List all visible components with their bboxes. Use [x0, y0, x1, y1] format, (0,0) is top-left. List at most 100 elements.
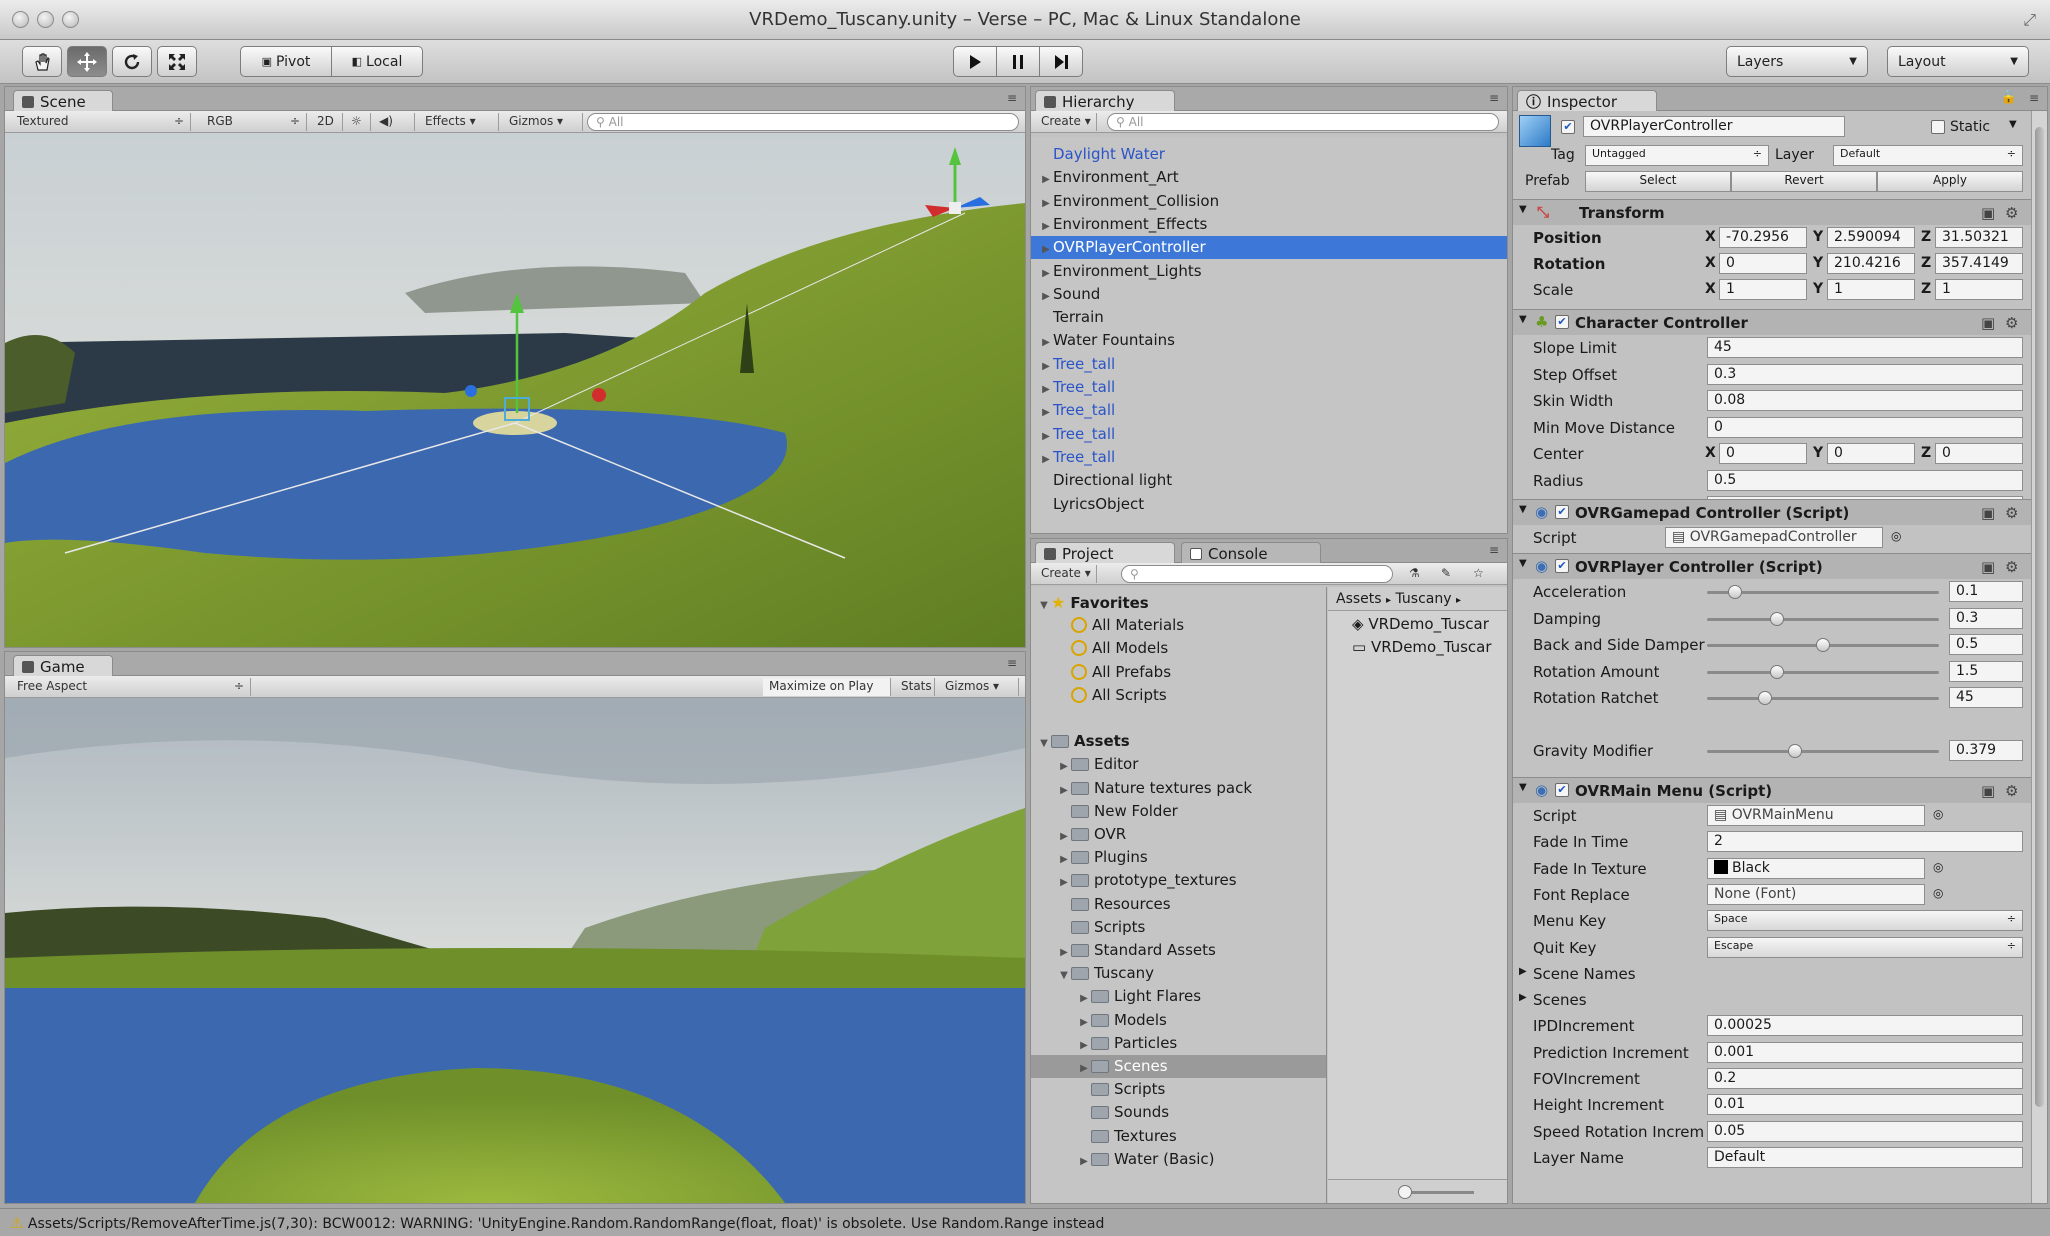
panel-menu-icon[interactable]: ≡ — [2029, 91, 2039, 105]
object-picker-icon[interactable]: ◎ — [1933, 886, 1943, 900]
property-value-field[interactable]: 2 — [1707, 831, 2023, 853]
gamepad-script-field[interactable]: ▤ OVRGamepadController — [1665, 527, 1883, 548]
favorite-item[interactable]: All Models — [1031, 637, 1326, 660]
foldout-arrow-icon[interactable]: ▶ — [1519, 966, 1527, 977]
status-bar[interactable]: ⚠ Assets/Scripts/RemoveAfterTime.js(7,30… — [0, 1208, 2050, 1236]
center-x-field[interactable]: 0 — [1719, 443, 1807, 464]
layers-dropdown[interactable]: Layers ▼ — [1726, 46, 1868, 77]
audio-toggle-icon[interactable]: ◀) — [373, 113, 415, 131]
tag-dropdown[interactable]: Untagged ÷ — [1585, 145, 1769, 166]
component-enabled-checkbox[interactable]: ✔ — [1555, 559, 1569, 573]
slider-knob[interactable] — [1769, 664, 1784, 679]
tab-console[interactable]: Console — [1181, 542, 1321, 563]
hierarchy-item[interactable]: ▶ Tree_tall — [1031, 446, 1507, 469]
folder-item[interactable]: Scripts — [1031, 916, 1326, 939]
transform-x-field[interactable]: 0 — [1719, 253, 1807, 274]
object-field[interactable]: None (Font) — [1707, 883, 1925, 905]
slider-value-field[interactable]: 0.379 — [1949, 739, 2023, 761]
transform-x-field[interactable]: -70.2956 — [1719, 227, 1807, 248]
scale-tool-button[interactable] — [157, 46, 197, 77]
slider-knob[interactable] — [1758, 691, 1772, 705]
pivot-toggle[interactable]: ▣ Pivot — [240, 46, 332, 77]
stats-toggle[interactable]: Stats — [895, 678, 935, 696]
expand-arrow-icon[interactable]: ▶ — [1077, 1150, 1091, 1173]
help-book-icon[interactable]: ▣ — [1981, 204, 1997, 222]
hierarchy-item[interactable]: ▶ Environment_Art — [1031, 166, 1507, 189]
foldout-arrow-icon[interactable]: ▼ — [1519, 204, 1527, 215]
slider-knob[interactable] — [1788, 743, 1803, 758]
filter-label-icon[interactable]: ✎ — [1435, 565, 1465, 583]
favorite-item[interactable]: All Materials — [1031, 614, 1326, 637]
folder-item[interactable]: ▶ prototype_textures — [1031, 869, 1326, 892]
favorites-item[interactable]: ▼ ★ Favorites — [1031, 591, 1326, 614]
character-controller-header[interactable]: ▼ ♣ ✔ Character Controller ▣ ⚙ — [1513, 309, 2031, 335]
project-search-input[interactable]: ⚲ — [1121, 565, 1393, 583]
slider-track[interactable] — [1707, 617, 1939, 621]
center-z-field[interactable]: 0 — [1935, 443, 2023, 464]
inspector-scrollbar[interactable] — [2031, 111, 2047, 1203]
folder-item[interactable]: Textures — [1031, 1125, 1326, 1148]
slider-knob[interactable] — [1816, 638, 1830, 652]
game-viewport[interactable] — [5, 698, 1025, 1203]
expand-arrow-icon[interactable]: ▶ — [1039, 168, 1053, 191]
folder-item[interactable]: ▶ Standard Assets — [1031, 939, 1326, 962]
slider-knob[interactable] — [1727, 585, 1742, 599]
hierarchy-item[interactable]: ▶ Sound — [1031, 283, 1507, 306]
file-item[interactable]: ▭ VRDemo_Tuscar — [1352, 638, 1492, 656]
folder-item[interactable]: New Folder — [1031, 800, 1326, 823]
expand-arrow-icon[interactable]: ▶ — [1077, 987, 1091, 1010]
tab-hierarchy[interactable]: Hierarchy — [1035, 90, 1175, 111]
property-value-field[interactable]: 0.05 — [1707, 1120, 2023, 1142]
object-picker-icon[interactable]: ◎ — [1933, 860, 1943, 874]
folder-item[interactable]: ▶ Water (Basic) — [1031, 1148, 1326, 1171]
object-name-field[interactable]: OVRPlayerController — [1583, 116, 1845, 137]
lock-icon[interactable]: 🔒 — [2001, 90, 2017, 105]
gizmos-dropdown[interactable]: Gizmos ▾ — [503, 113, 583, 131]
expand-arrow-icon[interactable]: ▶ — [1057, 779, 1071, 802]
expand-arrow-icon[interactable]: ▶ — [1039, 331, 1053, 354]
expand-arrow-icon[interactable]: ▶ — [1039, 285, 1053, 308]
play-button[interactable] — [953, 46, 997, 77]
transform-header[interactable]: ▼ ⤡ Transform ▣ ⚙ — [1513, 199, 2031, 225]
scene-viewport[interactable] — [5, 133, 1025, 647]
object-picker-icon[interactable]: ◎ — [1933, 807, 1943, 821]
light-toggle-icon[interactable]: ☼ — [345, 113, 371, 131]
help-book-icon[interactable]: ▣ — [1981, 782, 1997, 800]
hierarchy-item[interactable]: LyricsObject — [1031, 493, 1507, 516]
player-controller-header[interactable]: ▼ ◉ ✔ OVRPlayer Controller (Script) ▣ ⚙ — [1513, 553, 2031, 579]
active-checkbox[interactable]: ✔ — [1561, 120, 1575, 134]
hierarchy-item[interactable]: ▶ Environment_Effects — [1031, 213, 1507, 236]
project-create-dropdown[interactable]: Create ▾ — [1035, 565, 1097, 583]
slider-track[interactable] — [1707, 749, 1939, 753]
slider-track[interactable] — [1707, 670, 1939, 674]
expand-arrow-icon[interactable]: ▶ — [1077, 1057, 1091, 1080]
foldout-arrow-icon[interactable]: ▼ — [1519, 504, 1527, 515]
panel-menu-icon[interactable]: ≡ — [1007, 656, 1017, 670]
center-y-field[interactable]: 0 — [1827, 443, 1915, 464]
scene-search-input[interactable]: ⚲ All — [587, 113, 1019, 131]
static-dropdown-arrow-icon[interactable]: ▼ — [2009, 119, 2017, 130]
slider-value-field[interactable]: 0.3 — [1949, 607, 2023, 629]
folder-item[interactable]: Resources — [1031, 893, 1326, 916]
hierarchy-search-input[interactable]: ⚲ All — [1107, 113, 1499, 131]
folder-item[interactable]: ▼ Tuscany — [1031, 962, 1326, 985]
expand-arrow-icon[interactable]: ▶ — [1077, 1011, 1091, 1034]
slider-knob[interactable] — [1769, 611, 1784, 626]
key-dropdown[interactable]: Space ÷ — [1707, 910, 2023, 932]
expand-arrow-icon[interactable]: ▶ — [1039, 262, 1053, 285]
fullscreen-icon[interactable]: ⤢ — [2023, 10, 2036, 30]
assets-folder[interactable]: ▼ Assets — [1031, 730, 1326, 753]
zoom-slider-knob[interactable] — [1398, 1185, 1412, 1199]
channel-dropdown[interactable]: RGB ÷ — [201, 113, 307, 131]
panel-menu-icon[interactable]: ≡ — [1489, 91, 1499, 105]
main-menu-header[interactable]: ▼ ◉ ✔ OVRMain Menu (Script) ▣ ⚙ — [1513, 777, 2031, 803]
slider-value-field[interactable]: 0.1 — [1949, 581, 2023, 602]
transform-y-field[interactable]: 1 — [1827, 279, 1915, 300]
hierarchy-item[interactable]: Daylight Water — [1031, 143, 1507, 166]
expand-arrow-icon[interactable]: ▼ — [1037, 732, 1051, 755]
local-toggle[interactable]: ◧ Local — [331, 46, 423, 77]
folder-item[interactable]: ▶ Nature textures pack — [1031, 777, 1326, 800]
property-value-field[interactable]: 0.01 — [1707, 1094, 2023, 1116]
tab-inspector[interactable]: ⓘ Inspector — [1517, 90, 1657, 111]
gear-icon[interactable]: ⚙ — [2005, 504, 2021, 522]
